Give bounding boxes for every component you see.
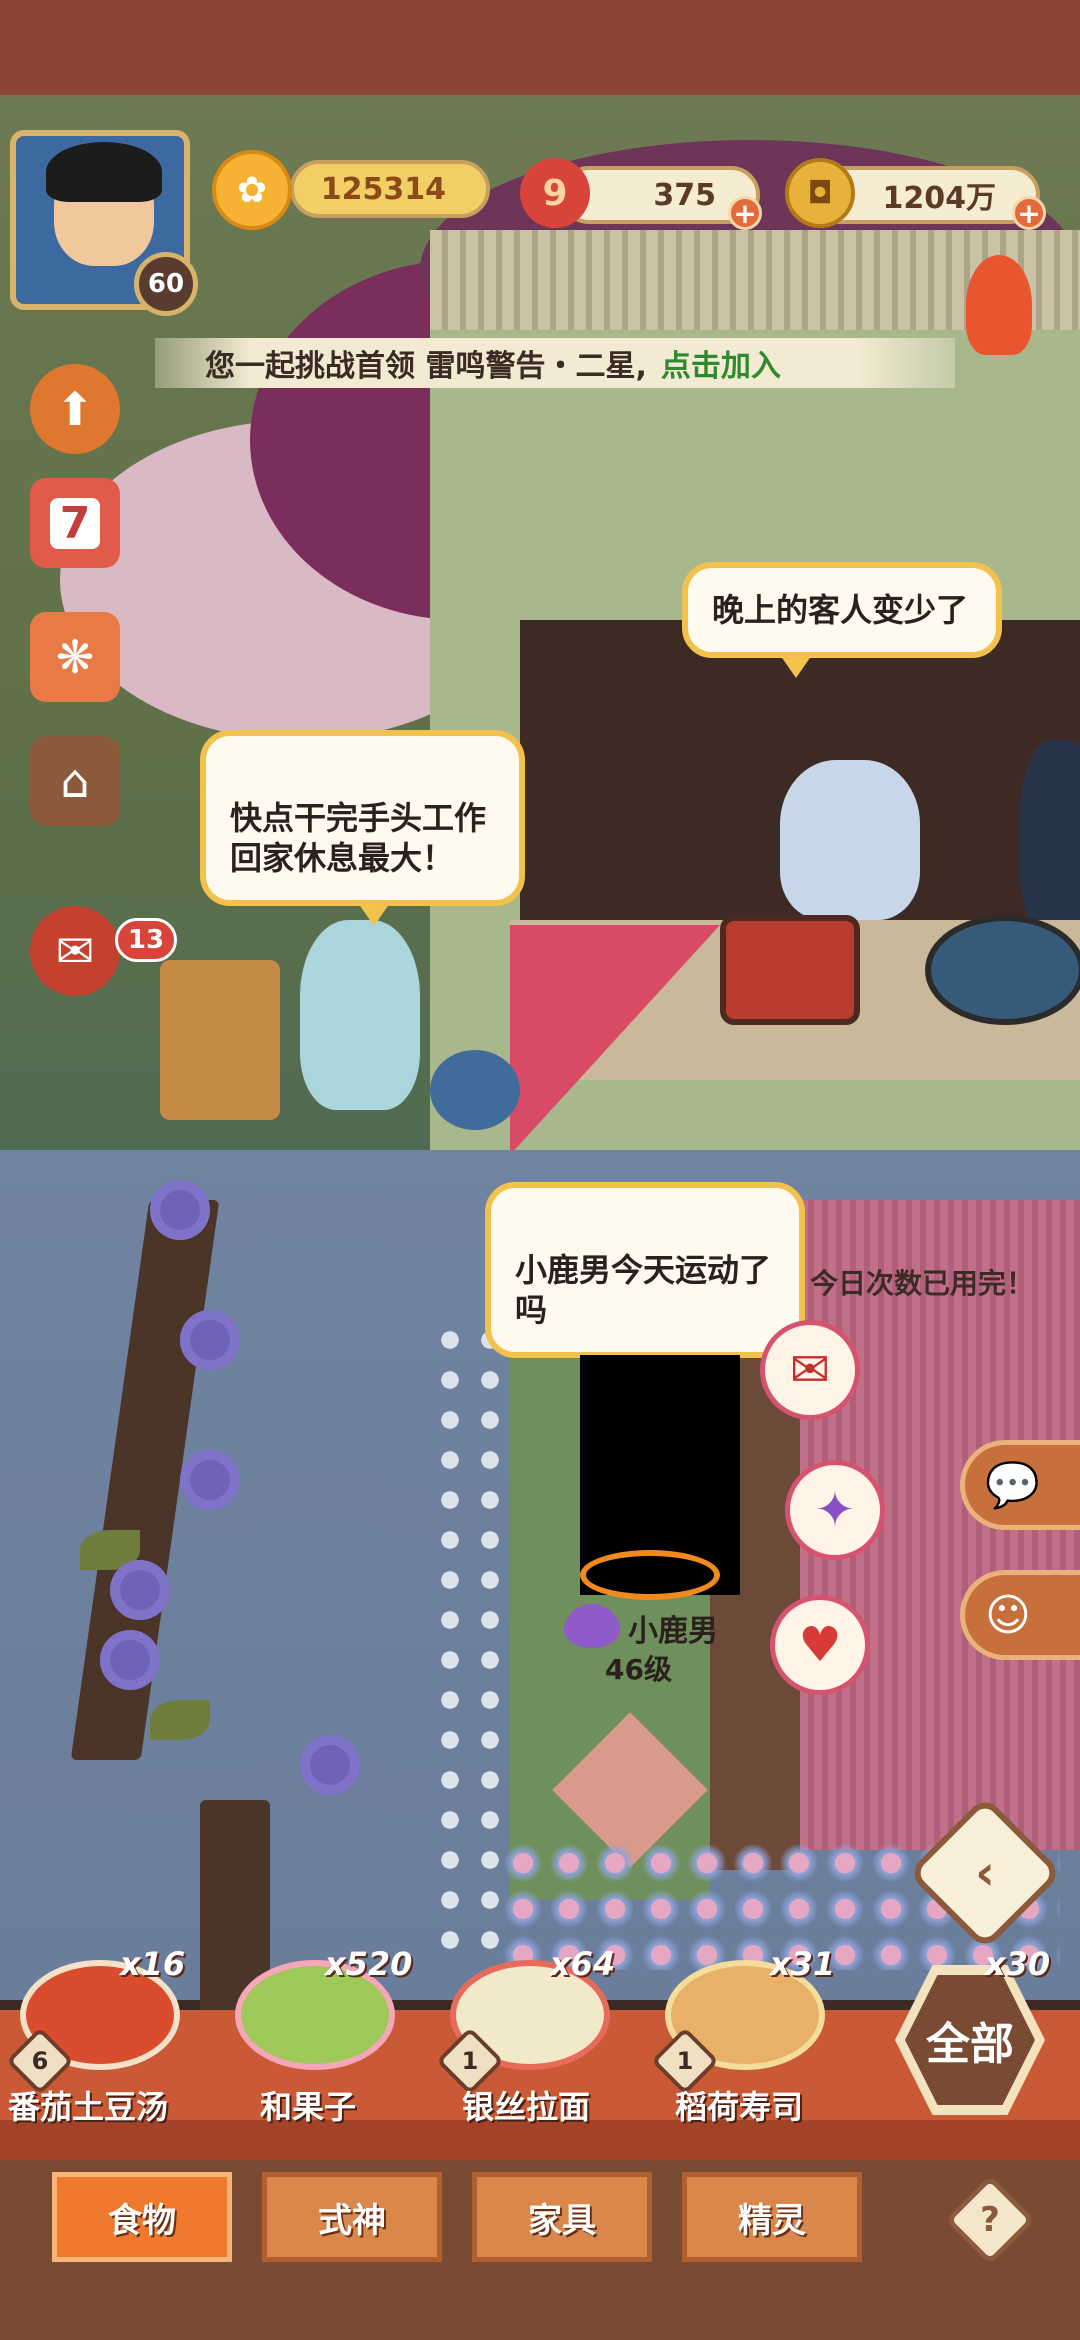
morning-glory	[180, 1450, 240, 1510]
tab-spirit[interactable]: 精灵	[682, 2172, 862, 2262]
coin-icon: ◘	[785, 158, 855, 228]
food-name: 和果子	[260, 2088, 357, 2126]
chevron-left-icon: ‹	[975, 1845, 995, 1901]
envelope-icon: ✉	[789, 1342, 831, 1398]
calendar-button[interactable]: 7	[30, 478, 120, 568]
heart-icon: ♥	[798, 1617, 842, 1673]
calendar-day: 7	[49, 497, 101, 549]
player-level-badge: 60	[134, 252, 198, 316]
notification-badge: 13	[115, 918, 177, 962]
all-label: 全部	[926, 2019, 1014, 2070]
bubble-text: 晚上的客人变少了	[712, 591, 969, 629]
chrysanthemum-icon: ✿	[212, 150, 292, 230]
kimono-icon: ✦	[814, 1482, 856, 1538]
vegetable-basket	[160, 960, 280, 1120]
chef-character[interactable]	[1020, 740, 1080, 930]
morning-glory	[180, 1310, 240, 1370]
npc-level: 46级	[605, 1653, 672, 1686]
selection-ring	[580, 1550, 720, 1600]
all-count: x30	[985, 1945, 1051, 1983]
food-name: 稻荷寿司	[675, 2088, 804, 2126]
all-foods-button[interactable]: 全部	[880, 1965, 1060, 2115]
stamina-value: 375	[653, 177, 716, 213]
question-icon: ?	[980, 2200, 1000, 2240]
shikigami-button[interactable]: ☺	[960, 1570, 1080, 1660]
activity-button[interactable]: ❋	[30, 612, 120, 702]
add-stamina-button[interactable]: +	[728, 196, 762, 230]
npc-name: 小鹿男	[628, 1614, 718, 1649]
shikigami-character[interactable]	[300, 920, 420, 1110]
cook-character[interactable]	[780, 760, 920, 920]
mail-button[interactable]: ✉	[30, 906, 120, 996]
morning-glory	[110, 1560, 170, 1620]
bubble-text: 快点干完手头工作 回家休息最大！	[230, 799, 487, 877]
favor-button[interactable]: ♥	[770, 1595, 870, 1695]
flower-border	[430, 1320, 510, 1960]
food-count: x520	[325, 1945, 413, 1983]
leaf	[150, 1700, 210, 1740]
morning-glory	[150, 1180, 210, 1240]
character-icon: ☺	[985, 1589, 1031, 1641]
chat-button[interactable]: 💬	[960, 1440, 1080, 1530]
announcement-marquee[interactable]: 您一起挑战首领 雷鸣警告・二星, 点击加入	[155, 338, 955, 388]
tab-furniture[interactable]: 家具	[472, 2172, 652, 2262]
gift-button[interactable]: ✉	[760, 1320, 860, 1420]
add-coins-button[interactable]: +	[1012, 196, 1046, 230]
blue-sack	[430, 1050, 520, 1130]
chat-icon: 💬	[985, 1460, 1040, 1511]
morning-glory	[300, 1735, 360, 1795]
food-count: x64	[550, 1945, 616, 1983]
status-text: 今日次数已用完！	[810, 1267, 1035, 1300]
arrow-up-icon: ⬆	[55, 382, 95, 436]
food-name: 番茄土豆汤	[8, 2088, 169, 2126]
food-count: x16	[120, 1945, 186, 1983]
affection-icon	[564, 1604, 620, 1648]
outfit-button[interactable]: ✦	[785, 1460, 885, 1560]
food-count: x31	[770, 1945, 836, 1983]
avatar-hair	[46, 142, 162, 202]
upgrade-button[interactable]: ⬆	[30, 364, 120, 454]
jade-value: 125314	[320, 171, 446, 207]
letter-icon: ✉	[55, 924, 95, 978]
food-name: 银丝拉面	[462, 2088, 591, 2126]
bubble-text: 小鹿男今天运动了 吗	[515, 1251, 772, 1329]
home-button[interactable]: ⌂	[30, 736, 120, 826]
speech-bubble-right: 晚上的客人变少了	[682, 562, 1002, 678]
morning-glory	[100, 1630, 160, 1690]
marquee-text: 您一起挑战首领 雷鸣警告・二星,	[205, 349, 647, 384]
speech-bubble-npc: 小鹿男今天运动了 吗	[485, 1182, 805, 1378]
top-bar	[0, 0, 1080, 95]
cooking-pot	[720, 915, 860, 1025]
koi-fish-icon[interactable]	[966, 255, 1032, 355]
jade-resource[interactable]: 125314	[290, 160, 490, 218]
house-icon: ⌂	[60, 754, 90, 808]
tab-food[interactable]: 食物	[52, 2172, 232, 2262]
scroll-icon: ❋	[55, 630, 95, 684]
tab-shikigami[interactable]: 式神	[262, 2172, 442, 2262]
cooking-pan	[925, 915, 1080, 1025]
coins-value: 1204万	[882, 181, 997, 216]
speech-bubble-left: 快点干完手头工作 回家休息最大！	[200, 730, 525, 926]
nine-icon: 9	[520, 158, 590, 228]
join-link[interactable]: 点击加入	[661, 341, 781, 385]
